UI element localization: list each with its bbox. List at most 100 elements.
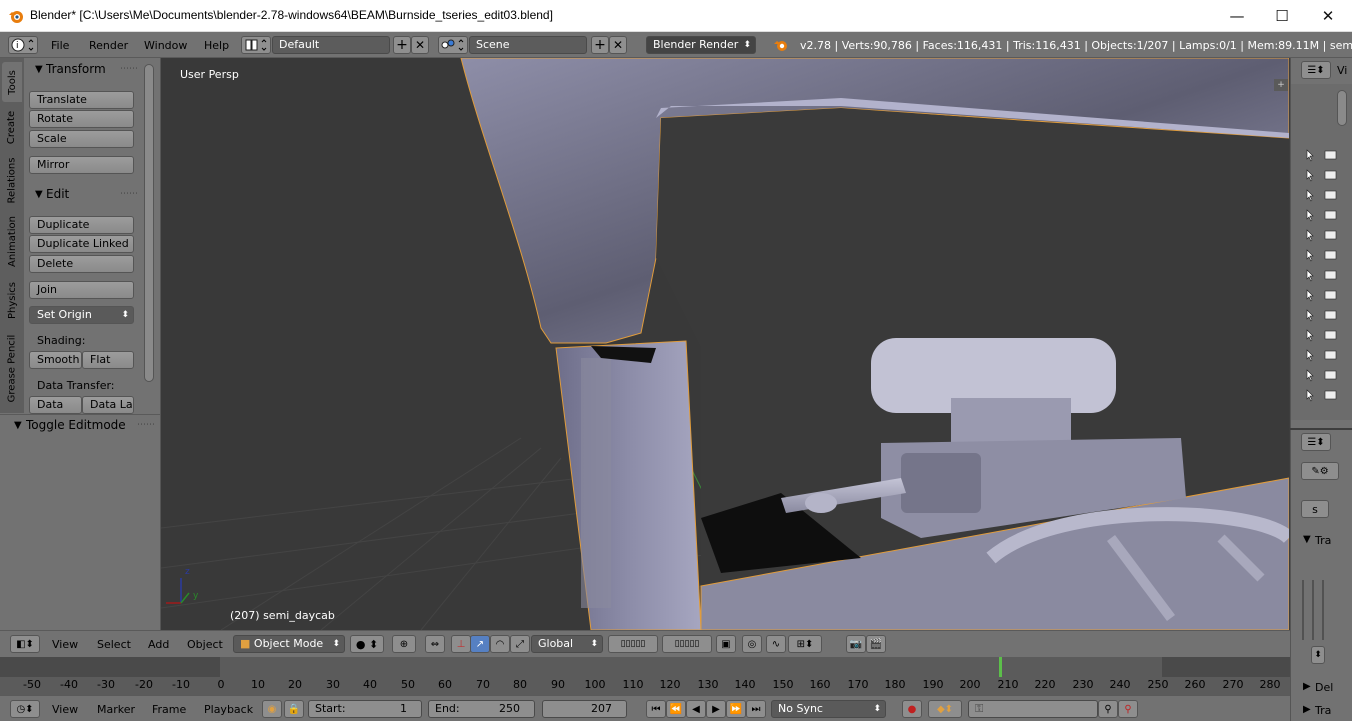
render-engine-dropdown[interactable]: Blender Render ⬍ <box>646 36 756 54</box>
menu-window[interactable]: Window <box>144 39 187 52</box>
del-section-label[interactable]: Del <box>1315 681 1333 694</box>
tab-grease-pencil[interactable]: Grease Pencil <box>2 328 22 408</box>
3d-viewport[interactable]: User Persp (207) semi_daycab z y + <box>161 58 1289 630</box>
translate-button[interactable]: Translate <box>29 91 134 109</box>
tool-shelf-scrollbar[interactable] <box>144 64 154 382</box>
duplicate-linked-button[interactable]: Duplicate Linked <box>29 235 134 253</box>
join-button[interactable]: Join <box>29 281 134 299</box>
remove-scene-icon[interactable]: ✕ <box>609 36 627 54</box>
manipulator-rotate-icon[interactable]: ◠ <box>490 635 510 653</box>
transform-panel-title[interactable]: Transform <box>46 62 106 76</box>
smooth-button[interactable]: Smooth <box>29 351 82 369</box>
menu-help[interactable]: Help <box>204 39 229 52</box>
insert-keyframe-icon[interactable]: ⚲ <box>1098 700 1118 718</box>
drag-handle-icon[interactable]: ⋯⋯ <box>137 420 155 430</box>
props-section-label[interactable]: Tra <box>1315 534 1331 547</box>
start-frame-field[interactable]: Start: 1 <box>308 700 422 718</box>
props-scroll-icon[interactable]: ⬍ <box>1311 646 1325 664</box>
properties-editor-icon[interactable]: ☰⬍ <box>1301 433 1331 451</box>
add-scene-icon[interactable]: + <box>591 36 609 54</box>
mirror-button[interactable]: Mirror <box>29 156 134 174</box>
data-transfer-button[interactable]: Data <box>29 396 82 414</box>
minimize-button[interactable]: — <box>1214 0 1260 31</box>
tab-tools[interactable]: Tools <box>2 62 22 102</box>
view3d-editor-icon[interactable]: ◧⬍ <box>10 635 40 653</box>
tra-section-label[interactable]: Tra <box>1315 704 1331 717</box>
menu-frame[interactable]: Frame <box>152 703 186 716</box>
edit-panel-title[interactable]: Edit <box>46 187 69 201</box>
layout-field[interactable]: Default <box>272 36 390 54</box>
manipulator-move-icon[interactable]: ↗ <box>470 635 490 653</box>
menu-file[interactable]: File <box>51 39 69 52</box>
prev-keyframe-icon[interactable]: ⏪ <box>666 700 686 718</box>
keying-set-icon[interactable]: ◆⬍ <box>928 700 962 718</box>
context-tools-icon[interactable]: ✎⚙ <box>1301 462 1339 480</box>
transform-orientation-dropdown[interactable]: Global ⬍ <box>531 635 603 653</box>
tab-physics[interactable]: Physics <box>2 274 22 326</box>
current-frame-marker[interactable] <box>999 657 1002 677</box>
play-reverse-icon[interactable]: ◀ <box>686 700 706 718</box>
collapse-tra-icon[interactable]: ▼ <box>1303 534 1311 545</box>
tab-animation[interactable]: Animation <box>2 210 22 272</box>
editor-type-icon[interactable]: i <box>8 36 38 54</box>
menu-view[interactable]: View <box>52 703 78 716</box>
menu-marker[interactable]: Marker <box>97 703 135 716</box>
properties-toggle-icon[interactable]: + <box>1274 79 1288 91</box>
proportional-edit-icon[interactable]: ◎ <box>742 635 762 653</box>
flat-button[interactable]: Flat <box>82 351 134 369</box>
manipulator-toggle-icon[interactable]: ⇔ <box>425 635 445 653</box>
delete-keyframe-icon[interactable]: ⚲ <box>1118 700 1138 718</box>
manipulator-translate-icon[interactable]: ⊥ <box>451 635 471 653</box>
scale-button[interactable]: Scale <box>29 130 134 148</box>
scene-icon[interactable] <box>438 36 468 54</box>
duplicate-button[interactable]: Duplicate <box>29 216 134 234</box>
tab-relations[interactable]: Relations <box>2 152 22 208</box>
set-origin-dropdown[interactable]: Set Origin ⬍ <box>29 306 134 324</box>
viewport-shading-icon[interactable]: ● ⬍ <box>350 635 384 653</box>
collapse-del-icon[interactable]: ▶ <box>1303 681 1311 692</box>
play-icon[interactable]: ▶ <box>706 700 726 718</box>
collapse-transform-icon[interactable]: ▼ <box>35 64 43 75</box>
outliner-visibility-icons[interactable] <box>1299 148 1344 418</box>
end-frame-field[interactable]: End: 250 <box>428 700 535 718</box>
props-sliders[interactable] <box>1299 580 1327 640</box>
toggle-editmode-panel-title[interactable]: Toggle Editmode <box>26 418 126 432</box>
timeline[interactable]: -50 -40 -30 -20 -10 0 10 20 30 40 50 60 … <box>0 657 1290 695</box>
opengl-render-anim-icon[interactable]: 🎬 <box>866 635 886 653</box>
outliner-scrollbar[interactable] <box>1337 90 1347 126</box>
menu-add[interactable]: Add <box>148 638 169 651</box>
menu-playback[interactable]: Playback <box>204 703 253 716</box>
menu-view[interactable]: View <box>52 638 78 651</box>
add-layout-icon[interactable]: + <box>393 36 411 54</box>
close-button[interactable]: ✕ <box>1305 0 1351 31</box>
timeline-editor-icon[interactable]: ◷⬍ <box>10 700 40 718</box>
snap-element-dropdown[interactable]: ⊞⬍ <box>788 635 822 653</box>
jump-end-icon[interactable]: ⏭ <box>746 700 766 718</box>
pivot-point-icon[interactable]: ⊕ <box>392 635 416 653</box>
lock-layers-icon[interactable]: ▣ <box>716 635 736 653</box>
collapse-edit-icon[interactable]: ▼ <box>35 189 43 200</box>
sync-mode-dropdown[interactable]: No Sync ⬍ <box>771 700 886 718</box>
snap-toggle-icon[interactable]: ∿ <box>766 635 786 653</box>
tab-create[interactable]: Create <box>2 104 22 150</box>
data-layout-button[interactable]: Data La <box>82 396 134 414</box>
drag-handle-icon[interactable]: ⋯⋯ <box>120 64 138 74</box>
outliner-editor-icon[interactable]: ☰⬍ <box>1301 61 1331 79</box>
preview-range-icon[interactable]: ◉ <box>262 700 282 718</box>
opengl-render-icon[interactable]: 📷 <box>846 635 866 653</box>
menu-object[interactable]: Object <box>187 638 223 651</box>
current-frame-field[interactable]: 207 <box>542 700 627 718</box>
record-icon[interactable]: ● <box>902 700 922 718</box>
keying-set-field[interactable]: ⚿ <box>968 700 1098 718</box>
layers-grid-1[interactable]: ▯▯▯▯▯ <box>608 635 658 653</box>
lock-range-icon[interactable]: 🔒 <box>284 700 304 718</box>
delete-button[interactable]: Delete <box>29 255 134 273</box>
manipulator-scale-icon[interactable]: ⤢ <box>510 635 530 653</box>
menu-select[interactable]: Select <box>97 638 131 651</box>
menu-render[interactable]: Render <box>89 39 128 52</box>
remove-layout-icon[interactable]: ✕ <box>411 36 429 54</box>
object-data-icon[interactable]: s <box>1301 500 1329 518</box>
collapse-tra2-icon[interactable]: ▶ <box>1303 704 1311 715</box>
screen-layout-icon[interactable] <box>241 36 271 54</box>
layers-grid-2[interactable]: ▯▯▯▯▯ <box>662 635 712 653</box>
